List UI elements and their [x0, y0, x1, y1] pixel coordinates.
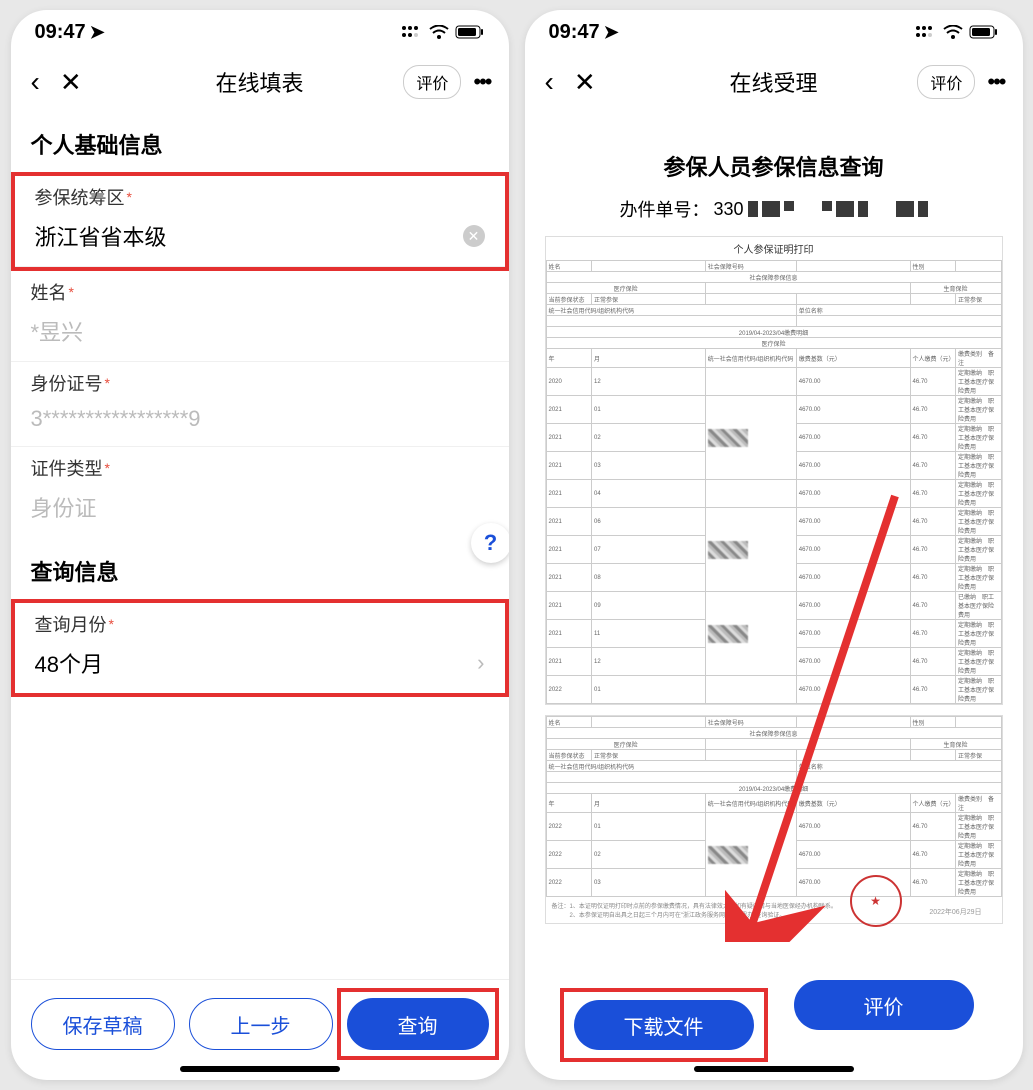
rate-button[interactable]: 评价 [794, 980, 974, 1030]
status-bar: 09:47➤ [525, 10, 1023, 54]
query-button[interactable]: 查询 [347, 998, 489, 1050]
query-month-select[interactable]: 48个月 [35, 647, 103, 679]
result-content: 参保人员参保信息查询 办件单号： 330 个人参保证明打印 姓名社会保障号码性别… [525, 110, 1023, 942]
nav-bar: ‹ ✕ 在线填表 评价 ••• [11, 54, 509, 110]
form-content: 个人基础信息 参保统筹区* 浙江省省本级 ✕ 姓名* *昱兴 身份 [11, 110, 509, 979]
section-header-basic-info: 个人基础信息 [11, 110, 509, 172]
official-stamp-icon [850, 875, 902, 927]
name-field: 姓名* *昱兴 [11, 271, 509, 362]
close-icon[interactable]: ✕ [568, 63, 602, 102]
document-sheet-2: 姓名社会保障号码性别 社会保障参保信息 医疗保险生育保险 当前参保状态正常参保正… [545, 715, 1003, 924]
required-star-icon: * [105, 375, 110, 391]
rating-button[interactable]: 评价 [403, 65, 461, 99]
query-month-field-highlighted: 查询月份* 48个月 › [11, 599, 509, 697]
document-table: 姓名社会保障号码性别 社会保障参保信息 医疗保险生育保险 当前参保状态正常参保正… [546, 260, 1002, 704]
chevron-right-icon: › [477, 650, 484, 676]
name-label: 姓名* [31, 279, 489, 305]
location-arrow-icon: ➤ [604, 22, 619, 42]
censored-case-number [748, 201, 928, 217]
battery-icon [455, 25, 485, 39]
status-bar: 09:47➤ [11, 10, 509, 54]
download-file-button[interactable]: 下载文件 [574, 1000, 754, 1050]
query-button-highlighted: 查询 [337, 988, 499, 1060]
battery-icon [969, 25, 999, 39]
back-icon[interactable]: ‹ [539, 62, 560, 102]
cellular-signal-icon [915, 25, 937, 39]
idno-input[interactable]: 3*****************9 [31, 406, 201, 432]
document-table: 姓名社会保障号码性别 社会保障参保信息 医疗保险生育保险 当前参保状态正常参保正… [546, 716, 1002, 897]
clear-input-icon[interactable]: ✕ [463, 225, 485, 247]
section-header-query-info: 查询信息 [11, 537, 509, 599]
left-phone-form-screen: 09:47➤ ‹ ✕ 在线填表 评价 ••• 个人基础信息 [11, 10, 509, 1080]
idtype-field: 证件类型* 身份证 ? [11, 447, 509, 537]
status-time: 09:47➤ [35, 21, 105, 44]
document-sheet-1: 个人参保证明打印 姓名社会保障号码性别 社会保障参保信息 医疗保险生育保险 当前… [545, 236, 1003, 705]
case-number: 办件单号： 330 [525, 196, 1023, 236]
wifi-icon [429, 25, 449, 39]
idtype-input[interactable]: 身份证 [31, 491, 97, 523]
region-input[interactable]: 浙江省省本级 [35, 220, 167, 252]
cellular-signal-icon [401, 25, 423, 39]
status-icons [401, 25, 485, 39]
status-time: 09:47➤ [549, 21, 619, 44]
wifi-icon [943, 25, 963, 39]
rating-button[interactable]: 评价 [917, 65, 975, 99]
more-icon[interactable]: ••• [983, 69, 1008, 95]
help-icon[interactable]: ? [471, 523, 509, 563]
region-label: 参保统筹区* [35, 184, 485, 210]
region-field-highlighted: 参保统筹区* 浙江省省本级 ✕ [11, 172, 509, 271]
home-indicator[interactable] [180, 1066, 340, 1072]
idno-label: 身份证号* [31, 370, 489, 396]
right-phone-result-screen: 09:47➤ ‹ ✕ 在线受理 评价 ••• 参保人员参保信息查询 办件单号： [525, 10, 1023, 1080]
name-input[interactable]: *昱兴 [31, 315, 84, 347]
status-icons [915, 25, 999, 39]
document-title: 个人参保证明打印 [546, 237, 1002, 260]
idno-field: 身份证号* 3*****************9 [11, 362, 509, 447]
home-indicator[interactable] [694, 1066, 854, 1072]
bottom-action-bar: 保存草稿 上一步 查询 [11, 979, 509, 1060]
prev-step-button[interactable]: 上一步 [189, 998, 333, 1050]
bottom-action-bar: 下载文件 评价 [525, 942, 1023, 1060]
close-icon[interactable]: ✕ [54, 63, 88, 102]
download-button-highlighted: 下载文件 [560, 988, 768, 1062]
required-star-icon: * [69, 284, 74, 300]
required-star-icon: * [109, 616, 114, 632]
more-icon[interactable]: ••• [469, 69, 494, 95]
required-star-icon: * [127, 189, 132, 205]
back-icon[interactable]: ‹ [25, 62, 46, 102]
result-title: 参保人员参保信息查询 [525, 110, 1023, 196]
location-arrow-icon: ➤ [90, 22, 105, 42]
idtype-label: 证件类型* [31, 455, 489, 481]
nav-bar: ‹ ✕ 在线受理 评价 ••• [525, 54, 1023, 110]
required-star-icon: * [105, 460, 110, 476]
save-draft-button[interactable]: 保存草稿 [31, 998, 175, 1050]
document-preview-area[interactable]: 个人参保证明打印 姓名社会保障号码性别 社会保障参保信息 医疗保险生育保险 当前… [525, 236, 1023, 924]
query-month-label: 查询月份* [35, 611, 485, 637]
